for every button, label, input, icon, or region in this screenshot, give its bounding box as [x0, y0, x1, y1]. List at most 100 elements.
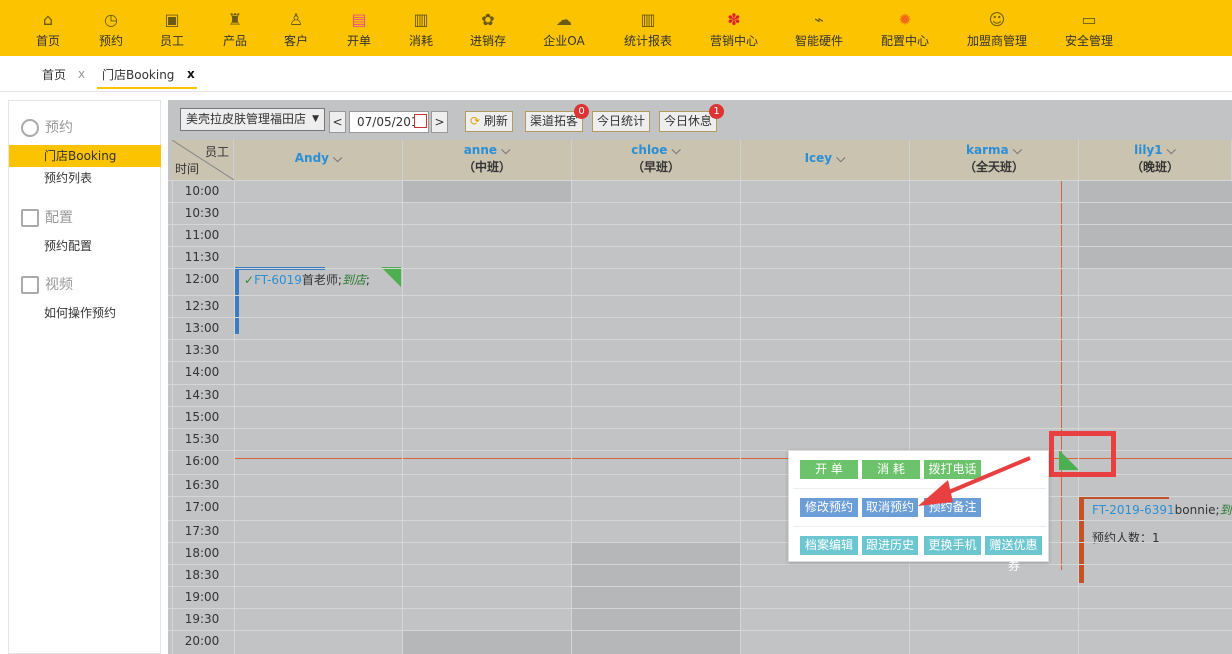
nav-item-4[interactable]: ♙ 客户: [261, 0, 331, 56]
today-stats-button[interactable]: 今日统计: [592, 111, 651, 132]
chevron-down-icon[interactable]: ⌵: [497, 143, 510, 157]
config-icon: [21, 209, 39, 227]
gear-icon: ✹: [898, 10, 912, 29]
nav-item-3[interactable]: ♜ 产品: [200, 0, 270, 56]
booking-name: bonnie;: [1174, 503, 1220, 517]
grid-column-line: [909, 180, 910, 654]
cancel-booking-button[interactable]: 取消预约: [862, 498, 918, 517]
refresh-button[interactable]: ⟳ 刷新: [465, 111, 513, 132]
nav-item-7[interactable]: ✿ 进销存: [453, 0, 523, 56]
follow-history-button[interactable]: 跟进历史: [862, 536, 918, 555]
booking-note-button[interactable]: 预约备注: [924, 498, 981, 517]
change-phone-button[interactable]: 更换手机: [924, 536, 981, 555]
booking-status: 到店: [1219, 503, 1232, 517]
employee-name-text: Andy: [294, 151, 329, 165]
open-order-button[interactable]: 开 单: [800, 460, 858, 479]
chevron-down-icon[interactable]: ⌵: [1163, 143, 1176, 157]
id-card-icon: ▣: [164, 10, 180, 29]
booking-bar: [1079, 496, 1084, 583]
usb-icon: ⌁: [814, 10, 824, 29]
tab-booking-close-icon[interactable]: x: [187, 67, 195, 81]
profile-edit-button[interactable]: 档案编辑: [800, 536, 858, 555]
channel-badge: 0: [574, 104, 589, 119]
time-label: 10:30: [184, 206, 220, 220]
grid-row-line: [168, 295, 1232, 296]
booking-code[interactable]: FT-6019: [254, 273, 302, 287]
nav-item-9[interactable]: ▥ 统计报表: [613, 0, 683, 56]
nav-item-10[interactable]: ✽ 营销中心: [699, 0, 769, 56]
time-label: 20:00: [184, 634, 220, 648]
time-label: 17:30: [184, 524, 220, 538]
employee-header[interactable]: chloe ⌵ （早班）: [572, 140, 741, 180]
nav-item-13[interactable]: ☺ 加盟商管理: [962, 0, 1032, 56]
monitor-icon: ▭: [1081, 10, 1097, 29]
call-button[interactable]: 拨打电话: [924, 460, 981, 479]
employee-header[interactable]: lily1 ⌵ （晚班）: [1079, 140, 1232, 180]
clock-icon: [21, 119, 39, 137]
grid-column-line: [571, 180, 572, 654]
nav-item-8[interactable]: ☁ 企业OA: [529, 0, 599, 56]
unavailable-block: [572, 542, 740, 654]
dropdown-arrow-icon: ▼: [312, 114, 319, 124]
tab-booking[interactable]: 门店Booking: [102, 66, 174, 83]
dots-icon: ✽: [727, 10, 741, 29]
employee-header[interactable]: karma ⌵ （全天班）: [910, 140, 1079, 180]
nav-label: 开单: [346, 34, 371, 48]
nav-label: 营销中心: [709, 34, 758, 48]
employee-header[interactable]: Andy ⌵: [235, 140, 403, 180]
employee-name-text: lily1: [1134, 143, 1163, 157]
nav-item-12[interactable]: ✹ 配置中心: [870, 0, 940, 56]
sidebar-group-label: 配置: [45, 210, 73, 226]
chevron-down-icon[interactable]: ⌵: [1009, 143, 1022, 157]
store-select[interactable]: 美壳拉皮肤管理福田店 ▼: [180, 108, 325, 131]
grid-column-line: [1078, 180, 1079, 654]
time-label: 19:00: [184, 590, 220, 604]
consume-button[interactable]: 消 耗: [862, 460, 920, 479]
today-rest-button[interactable]: 今日休息: [659, 111, 718, 132]
nav-item-0[interactable]: ⌂ 首页: [13, 0, 83, 56]
booking-card-lily1[interactable]: FT-2019-6391bonnie;到店 预约人数：1: [1079, 496, 1232, 583]
time-label: 11:00: [184, 228, 220, 242]
nav-item-14[interactable]: ▭ 安全管理: [1054, 0, 1124, 56]
rest-badge: 1: [709, 104, 724, 119]
next-date-button[interactable]: >: [431, 111, 448, 133]
employee-header[interactable]: Icey ⌵: [741, 140, 910, 180]
calendar-icon[interactable]: [414, 114, 427, 128]
sidebar-item-how-to[interactable]: 如何操作预约: [9, 302, 161, 324]
chevron-down-icon[interactable]: ⌵: [329, 151, 342, 165]
booking-tail: ;: [365, 273, 370, 287]
nav-item-5[interactable]: ▤ 开单: [324, 0, 394, 56]
employee-name-text: karma: [966, 143, 1009, 157]
cloud-icon: ☁: [556, 10, 572, 29]
sidebar-item-booking-config[interactable]: 预约配置: [9, 235, 161, 257]
nav-label: 统计报表: [623, 34, 672, 48]
employee-header[interactable]: anne ⌵ （中班）: [403, 140, 572, 180]
booking-code[interactable]: FT-2019-6391: [1092, 503, 1175, 517]
grid-row-line: [168, 564, 1232, 565]
nav-label: 安全管理: [1064, 34, 1113, 48]
booking-card-andy[interactable]: ✓FT-6019首老师;到店;: [235, 267, 403, 334]
prev-date-button[interactable]: <: [329, 111, 346, 133]
nav-label: 客户: [283, 34, 308, 48]
nav-item-2[interactable]: ▣ 员工: [137, 0, 207, 56]
tab-home[interactable]: 首页: [42, 66, 66, 83]
booking-corner-flag-icon: [381, 267, 401, 287]
cubes-icon: ✿: [481, 10, 495, 29]
employee-name: chloe ⌵: [572, 143, 740, 158]
grid-row-line: [168, 586, 1232, 587]
nav-item-6[interactable]: ▥ 消耗: [386, 0, 456, 56]
chevron-down-icon[interactable]: ⌵: [832, 151, 845, 165]
nav-item-11[interactable]: ⌁ 智能硬件: [784, 0, 854, 56]
employee-name-text: anne: [463, 143, 498, 157]
modify-booking-button[interactable]: 修改预约: [800, 498, 858, 517]
tab-home-close-icon[interactable]: x: [78, 67, 85, 81]
sidebar-item-booking-list[interactable]: 预约列表: [9, 167, 161, 189]
grid-row-line: [168, 428, 1232, 429]
gift-coupon-button[interactable]: 赠送优惠: [985, 536, 1042, 555]
time-label: 18:30: [184, 568, 220, 582]
sidebar-item-store-booking[interactable]: 门店Booking: [9, 145, 161, 167]
nav-item-1[interactable]: ◷ 预约: [76, 0, 146, 56]
chevron-down-icon[interactable]: ⌵: [667, 143, 681, 157]
grid-row-line: [168, 608, 1232, 609]
current-time-vertical-line: [1061, 180, 1062, 570]
